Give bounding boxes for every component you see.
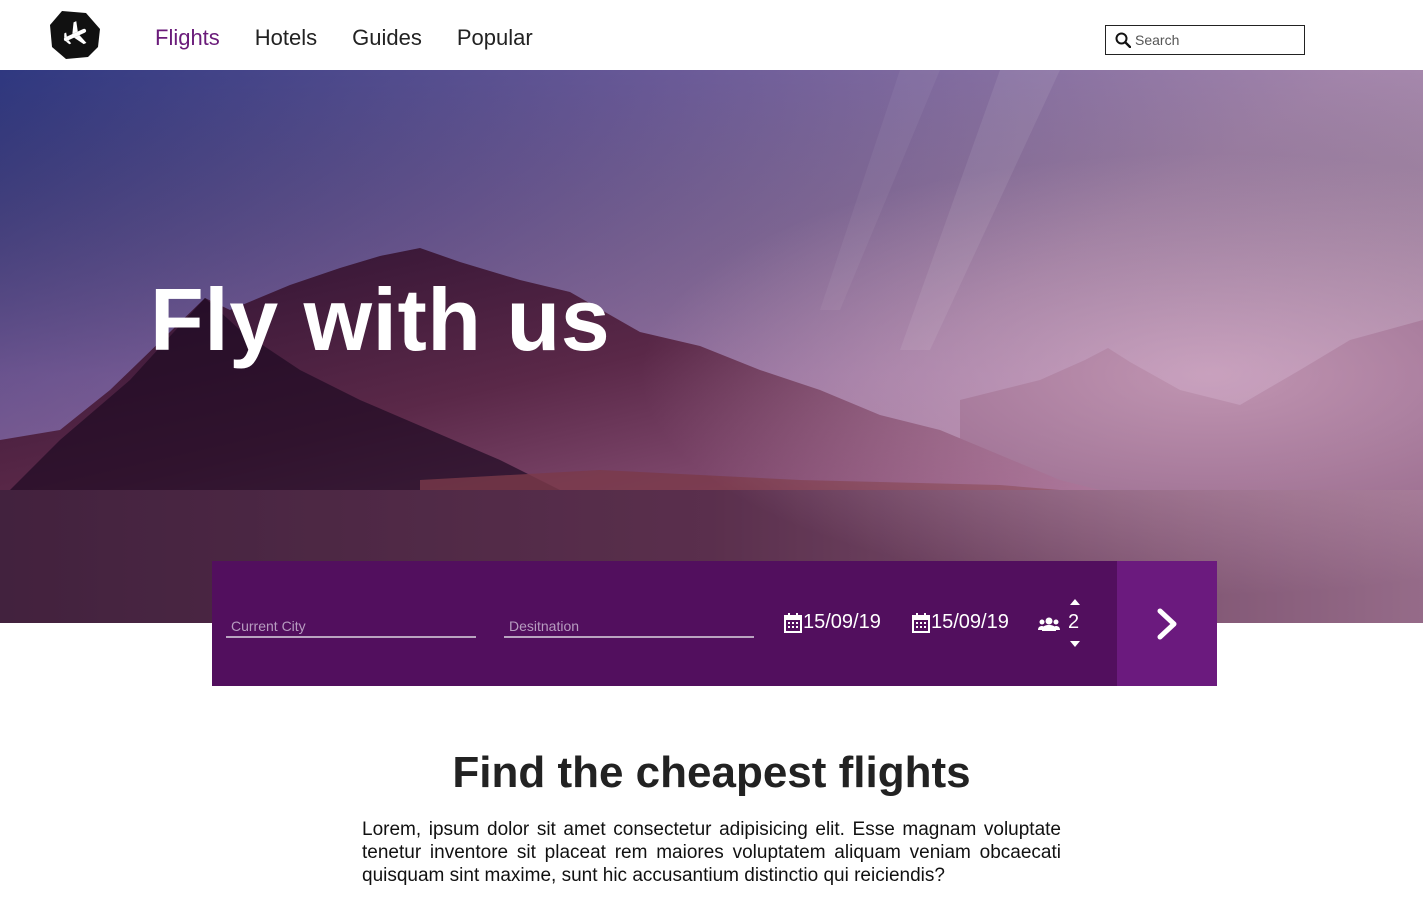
section-description: Lorem, ipsum dolor sit amet consectetur … bbox=[362, 819, 1061, 886]
hero-banner: Fly with us bbox=[0, 70, 1423, 623]
search-flights-button[interactable] bbox=[1117, 561, 1217, 686]
chevron-right-icon bbox=[1157, 608, 1177, 639]
current-city-input[interactable] bbox=[226, 610, 476, 636]
nav-guides[interactable]: Guides bbox=[352, 24, 422, 52]
passenger-count[interactable]: 2 bbox=[1068, 611, 1079, 634]
search-input[interactable] bbox=[1135, 32, 1295, 48]
passenger-stepper: 2 bbox=[1038, 597, 1098, 649]
departure-date-picker[interactable]: 15/09/19 bbox=[784, 611, 881, 634]
decrement-arrow-icon[interactable] bbox=[1069, 639, 1081, 649]
flight-search-bar: 15/09/19 15/09/19 2 bbox=[212, 561, 1217, 686]
airplane-logo-icon[interactable] bbox=[48, 9, 102, 61]
hero-title: Fly with us bbox=[150, 270, 611, 369]
calendar-icon bbox=[912, 612, 930, 633]
calendar-icon bbox=[784, 612, 802, 633]
return-date-picker[interactable]: 15/09/19 bbox=[912, 611, 1009, 634]
destination-field[interactable] bbox=[504, 610, 754, 638]
departure-date: 15/09/19 bbox=[803, 611, 881, 633]
current-city-field[interactable] bbox=[226, 610, 476, 638]
destination-input[interactable] bbox=[504, 610, 754, 636]
users-icon bbox=[1038, 617, 1060, 631]
search-icon bbox=[1115, 32, 1131, 48]
increment-arrow-icon[interactable] bbox=[1069, 597, 1081, 607]
site-header: Flights Hotels Guides Popular bbox=[0, 0, 1423, 70]
main-nav: Flights Hotels Guides Popular bbox=[155, 24, 568, 52]
nav-popular[interactable]: Popular bbox=[457, 24, 533, 52]
search-box[interactable] bbox=[1105, 25, 1305, 55]
nav-flights[interactable]: Flights bbox=[155, 24, 220, 52]
section-title: Find the cheapest flights bbox=[452, 748, 971, 797]
return-date: 15/09/19 bbox=[931, 611, 1009, 633]
nav-hotels[interactable]: Hotels bbox=[255, 24, 317, 52]
